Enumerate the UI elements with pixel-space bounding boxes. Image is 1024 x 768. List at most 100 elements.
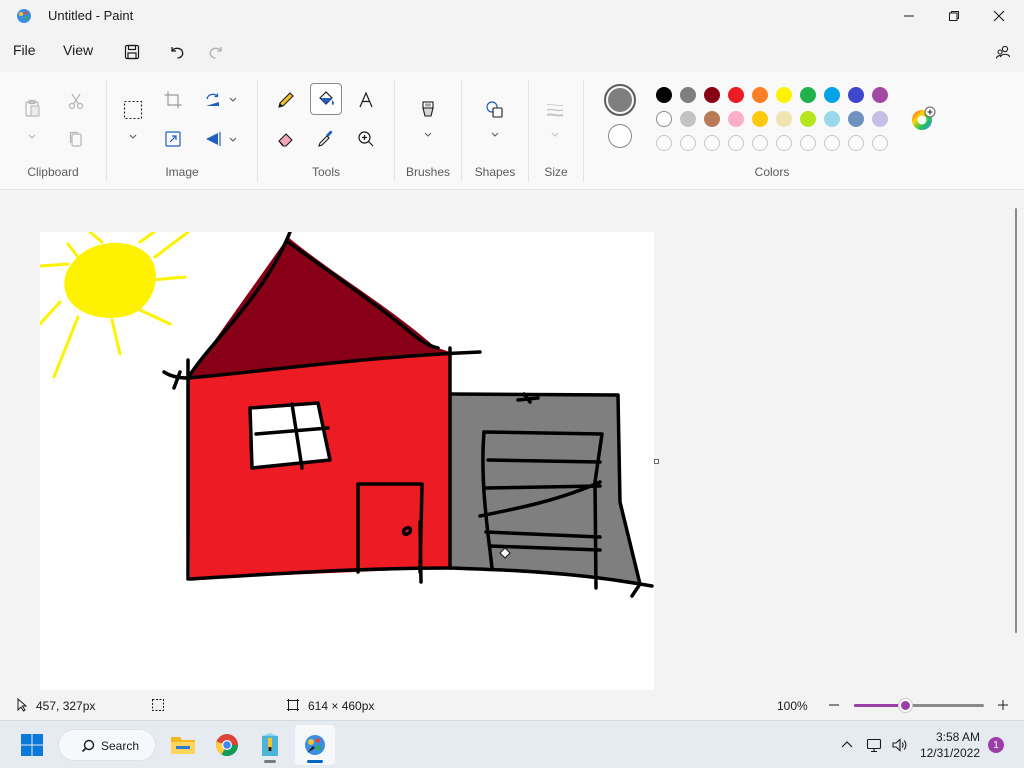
- restore-button[interactable]: [931, 0, 977, 32]
- color-swatch[interactable]: [728, 111, 744, 127]
- chrome-icon: [215, 734, 238, 756]
- undo-button[interactable]: [164, 40, 190, 64]
- brushes-button[interactable]: [412, 94, 444, 126]
- cut-button[interactable]: [60, 85, 92, 117]
- color-swatch[interactable]: [704, 87, 720, 103]
- zoom-out-icon[interactable]: [827, 698, 841, 712]
- paste-button[interactable]: [16, 92, 48, 124]
- chrome-button[interactable]: [207, 725, 247, 765]
- archive-app-button[interactable]: [250, 725, 290, 765]
- fill-button[interactable]: [310, 83, 342, 115]
- primary-color[interactable]: [604, 84, 636, 116]
- zoom-in-icon[interactable]: [996, 698, 1010, 712]
- paste-chevron-down-icon[interactable]: [27, 131, 37, 141]
- color-swatch[interactable]: [872, 87, 888, 103]
- colors-group: Colors: [584, 72, 960, 190]
- color-wheel-icon: [912, 106, 936, 130]
- zoom-slider-fill: [854, 704, 905, 707]
- canvas-size-icon: [287, 699, 299, 711]
- custom-color-slot[interactable]: [728, 135, 744, 151]
- crop-button[interactable]: [157, 84, 189, 116]
- rotate-button[interactable]: [197, 84, 229, 116]
- custom-color-slot[interactable]: [776, 135, 792, 151]
- custom-color-slot[interactable]: [704, 135, 720, 151]
- custom-color-slot[interactable]: [680, 135, 696, 151]
- save-button[interactable]: [119, 40, 145, 64]
- taskbar-search[interactable]: Search: [58, 729, 156, 761]
- zoom-slider[interactable]: [854, 699, 984, 712]
- brushes-label: Brushes: [405, 165, 451, 179]
- system-clock[interactable]: 3:58 AM 12/31/2022: [920, 729, 980, 761]
- resize-button[interactable]: [157, 123, 189, 155]
- magnifier-icon: [358, 131, 374, 147]
- menu-file[interactable]: File: [13, 42, 36, 58]
- edit-colors-button[interactable]: [907, 103, 939, 135]
- text-button[interactable]: [350, 84, 382, 116]
- color-swatch[interactable]: [848, 87, 864, 103]
- custom-color-slot[interactable]: [752, 135, 768, 151]
- color-swatch[interactable]: [704, 111, 720, 127]
- custom-color-slot[interactable]: [824, 135, 840, 151]
- color-swatch[interactable]: [824, 87, 840, 103]
- brushes-chevron-down-icon[interactable]: [423, 129, 433, 139]
- color-swatch[interactable]: [752, 87, 768, 103]
- magnifier-button[interactable]: [350, 123, 382, 155]
- custom-color-slot[interactable]: [872, 135, 888, 151]
- color-swatch[interactable]: [824, 111, 840, 127]
- close-button[interactable]: [976, 0, 1022, 32]
- vertical-scrollbar[interactable]: [1015, 208, 1017, 633]
- canvas-resize-handle[interactable]: [654, 459, 659, 464]
- menu-view[interactable]: View: [63, 42, 93, 58]
- pencil-button[interactable]: [270, 84, 302, 116]
- drawing-canvas[interactable]: [38, 230, 654, 690]
- minimize-icon: [904, 15, 914, 17]
- file-explorer-button[interactable]: [163, 725, 203, 765]
- color-swatch[interactable]: [776, 111, 792, 127]
- menu-bar: File View: [0, 32, 1024, 72]
- redo-button[interactable]: [203, 40, 229, 64]
- shapes-button[interactable]: [479, 94, 511, 126]
- pencil-icon: [278, 92, 294, 108]
- custom-color-slot[interactable]: [848, 135, 864, 151]
- color-swatch[interactable]: [728, 87, 744, 103]
- rotate-icon: [206, 93, 219, 106]
- color-swatch[interactable]: [872, 111, 888, 127]
- select-chevron-down-icon[interactable]: [128, 131, 138, 141]
- secondary-color[interactable]: [608, 124, 632, 148]
- start-button[interactable]: [12, 725, 52, 765]
- zoom-slider-thumb[interactable]: [898, 699, 912, 712]
- color-swatch[interactable]: [848, 111, 864, 127]
- color-swatch[interactable]: [680, 111, 696, 127]
- color-swatch[interactable]: [656, 87, 672, 103]
- color-swatch[interactable]: [752, 111, 768, 127]
- notification-badge[interactable]: 1: [988, 737, 1004, 753]
- image-group: Image: [107, 72, 257, 190]
- color-swatch[interactable]: [800, 111, 816, 127]
- custom-color-slot[interactable]: [656, 135, 672, 151]
- network-icon[interactable]: [866, 737, 882, 753]
- size-chevron-down-icon[interactable]: [550, 129, 560, 139]
- copy-button[interactable]: [60, 123, 92, 155]
- flip-chevron-down-icon[interactable]: [228, 134, 238, 144]
- minimize-button[interactable]: [886, 0, 932, 32]
- rotate-chevron-down-icon[interactable]: [228, 94, 238, 104]
- clipboard-group: Clipboard: [0, 72, 106, 190]
- size-button[interactable]: [539, 94, 571, 126]
- shapes-label: Shapes: [474, 165, 516, 179]
- chevron-up-icon[interactable]: [839, 737, 855, 753]
- paint-taskbar-button[interactable]: [295, 725, 335, 765]
- account-button[interactable]: [990, 40, 1016, 64]
- color-swatch[interactable]: [800, 87, 816, 103]
- color-swatch[interactable]: [680, 87, 696, 103]
- eraser-button[interactable]: [270, 123, 302, 155]
- color-picker-button[interactable]: [310, 123, 342, 155]
- window-title: Untitled - Paint: [48, 8, 134, 23]
- color-swatch[interactable]: [656, 111, 672, 127]
- volume-icon[interactable]: [891, 737, 907, 753]
- custom-color-slot[interactable]: [800, 135, 816, 151]
- shapes-chevron-down-icon[interactable]: [490, 129, 500, 139]
- select-button[interactable]: [117, 94, 149, 126]
- flip-button[interactable]: [197, 123, 229, 155]
- color-swatch[interactable]: [776, 87, 792, 103]
- crop-icon: [164, 91, 182, 109]
